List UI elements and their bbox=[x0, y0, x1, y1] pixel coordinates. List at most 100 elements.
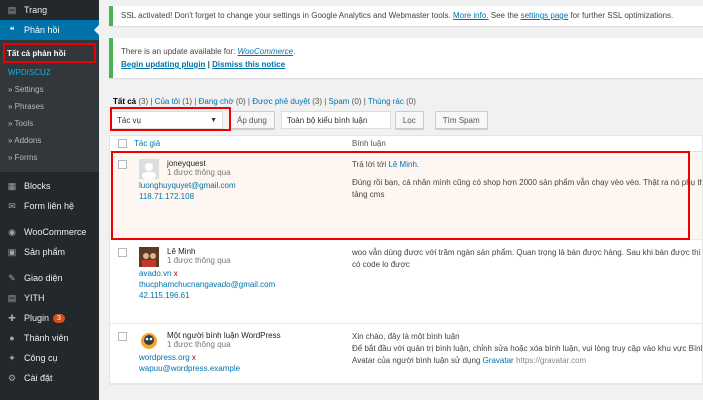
row-checkbox[interactable] bbox=[117, 332, 127, 341]
sidebar-item-products[interactable]: ▣ Sản phẩm bbox=[0, 242, 99, 262]
begin-updating-link[interactable]: Begin updating plugin bbox=[121, 60, 205, 69]
submenu-all-comments[interactable]: Tất cả phản hồi bbox=[3, 43, 96, 63]
comment-type-select[interactable]: Toàn bộ kiểu bình luận bbox=[280, 111, 391, 129]
sidebar-item-label: Thành viên bbox=[24, 333, 69, 343]
filter-pending[interactable]: Đang chờ bbox=[199, 97, 234, 106]
submenu-label: » Settings bbox=[8, 85, 44, 94]
comment-text: woo vẫn dùng được với trăm ngàn sản phẩm… bbox=[352, 248, 702, 257]
main-content: SSL activated! Don't forget to change yo… bbox=[99, 0, 703, 400]
submenu-label: Tất cả phản hồi bbox=[7, 48, 66, 58]
sidebar-item-label: Plugin bbox=[24, 313, 50, 323]
sidebar-item-label: Cài đặt bbox=[24, 373, 53, 383]
comment-text: Xin chào, đây là một bình luận bbox=[352, 332, 460, 341]
settings-page-link[interactable]: settings page bbox=[521, 11, 569, 20]
author-ip-link[interactable]: 42.115.196.61 bbox=[139, 290, 352, 301]
filter-approved[interactable]: Được phê duyệt bbox=[252, 97, 310, 106]
sidebar-item-label: Công cụ bbox=[24, 353, 58, 363]
search-spam-button[interactable]: Tìm Spam bbox=[434, 111, 488, 129]
mail-icon: ✉ bbox=[8, 200, 16, 211]
count: (3) bbox=[312, 97, 322, 106]
sidebar-item-contact-form[interactable]: ✉ Form liên hệ bbox=[0, 196, 99, 216]
submenu-tools[interactable]: » Tools bbox=[0, 115, 99, 132]
filter-all[interactable]: Tất cả bbox=[113, 97, 136, 106]
filter-spam[interactable]: Spam bbox=[329, 97, 350, 106]
woocommerce-link[interactable]: WooCommerce bbox=[238, 47, 294, 56]
submenu-label: » Addons bbox=[8, 136, 42, 145]
approved-count: 1 được thông qua bbox=[167, 340, 231, 349]
separator: | bbox=[194, 97, 197, 106]
sidebar-item-users[interactable]: ● Thành viên bbox=[0, 328, 99, 348]
sidebar-item-appearance[interactable]: ✎ Giao diện bbox=[0, 268, 99, 288]
count: (0) bbox=[235, 97, 246, 106]
filter-mine[interactable]: Của tôi bbox=[155, 97, 180, 106]
comments-submenu: Tất cả phản hồi WPDISCUZ » Settings » Ph… bbox=[0, 40, 99, 172]
author-email-link[interactable]: wapuu@wordpress.example bbox=[139, 363, 352, 374]
sidebar-item-label: Sản phẩm bbox=[24, 247, 66, 257]
comment-author: Một người bình luận WordPress 1 được thô… bbox=[134, 324, 352, 383]
avatar bbox=[139, 247, 159, 267]
dismiss-notice-link[interactable]: Dismiss this notice bbox=[212, 60, 285, 69]
sidebar-item-blocks[interactable]: ▦ Blocks bbox=[0, 176, 99, 196]
sidebar-item-yith[interactable]: ▤ YITH bbox=[0, 288, 99, 308]
update-count-badge: 3 bbox=[53, 313, 65, 323]
sidebar-item-comments[interactable]: ❝ Phản hồi bbox=[0, 20, 99, 40]
notice-text: SSL activated! Don't forget to change yo… bbox=[121, 11, 451, 20]
tools-icon: ✦ bbox=[8, 352, 16, 363]
author-email-link[interactable]: thucphamchucnangavado@gmail.com bbox=[139, 279, 352, 290]
gravatar-link[interactable]: Gravatar bbox=[483, 356, 514, 365]
yith-icon: ▤ bbox=[7, 292, 17, 303]
sidebar-item-tools[interactable]: ✦ Công cụ bbox=[0, 348, 99, 368]
submenu-phrases[interactable]: » Phrases bbox=[0, 98, 99, 115]
more-info-link[interactable]: More info. bbox=[453, 11, 489, 20]
submenu-settings[interactable]: » Settings bbox=[0, 81, 99, 98]
table-row: Lê Minh 1 được thông qua avado.vn x thuc… bbox=[110, 240, 702, 324]
approved-count: 1 được thông qua bbox=[167, 256, 231, 265]
comment-text: có code lo được bbox=[352, 260, 410, 269]
plugin-icon: ✚ bbox=[8, 312, 16, 323]
users-icon: ● bbox=[9, 333, 15, 343]
comment-text: Để bắt đầu với quản trị bình luận, chỉnh… bbox=[352, 344, 702, 353]
select-all-checkbox[interactable] bbox=[117, 139, 127, 148]
sidebar-item-label: Blocks bbox=[24, 181, 51, 191]
sidebar-item-label: Giao diện bbox=[24, 273, 63, 283]
ssl-notice: SSL activated! Don't forget to change yo… bbox=[109, 6, 703, 26]
filter-trash[interactable]: Thùng rác bbox=[368, 97, 404, 106]
apply-button[interactable]: Áp dụng bbox=[229, 111, 275, 129]
comment-text: Avatar của người bình luận sử dụng bbox=[352, 356, 481, 365]
sidebar-item-pages[interactable]: ▤ Trang bbox=[0, 0, 99, 20]
separator: | bbox=[363, 97, 366, 106]
sidebar-item-woocommerce[interactable]: ◉ WooCommerce bbox=[0, 222, 99, 242]
products-icon: ▣ bbox=[7, 246, 17, 257]
sidebar-item-settings[interactable]: ⚙ Cài đặt bbox=[0, 368, 99, 388]
count: (0) bbox=[406, 97, 416, 106]
submenu-wpdiscuz[interactable]: WPDISCUZ bbox=[0, 64, 99, 81]
author-url-link[interactable]: wordpress.org x bbox=[139, 352, 352, 363]
submenu-addons[interactable]: » Addons bbox=[0, 132, 99, 149]
notice-text: There is an update available for: bbox=[121, 47, 236, 56]
submenu-forms[interactable]: » Forms bbox=[0, 149, 99, 166]
highlight-box bbox=[111, 151, 690, 240]
author-url-link[interactable]: avado.vn x bbox=[139, 268, 352, 279]
column-author[interactable]: Tác giả bbox=[134, 139, 352, 148]
sidebar-item-plugins[interactable]: ✚ Plugin 3 bbox=[0, 308, 99, 328]
select-value: Toàn bộ kiểu bình luận bbox=[286, 115, 368, 125]
avatar bbox=[139, 331, 159, 351]
count: (3) bbox=[138, 97, 149, 106]
author-name: Một người bình luận WordPress bbox=[167, 331, 281, 340]
separator: | bbox=[324, 97, 327, 106]
row-checkbox[interactable] bbox=[117, 248, 127, 257]
filter-button[interactable]: Lọc bbox=[394, 111, 424, 129]
appearance-icon: ✎ bbox=[8, 272, 16, 283]
separator: | bbox=[247, 97, 250, 106]
sidebar-item-label: WooCommerce bbox=[24, 227, 87, 237]
sidebar-item-label: Form liên hệ bbox=[24, 201, 75, 211]
author-name: Lê Minh bbox=[167, 247, 196, 256]
sidebar-item-label: Trang bbox=[24, 5, 48, 15]
comments-icon: ❝ bbox=[9, 24, 15, 35]
submenu-label: » Forms bbox=[8, 153, 38, 162]
blocks-icon: ▦ bbox=[7, 180, 17, 191]
notice-text: for further SSL optimizations. bbox=[570, 11, 674, 20]
comment-status-filters: Tất cả (3) | Của tôi (1) | Đang chờ (0) … bbox=[113, 97, 416, 106]
comment-author: Lê Minh 1 được thông qua avado.vn x thuc… bbox=[134, 240, 352, 323]
admin-sidebar: ▤ Trang ❝ Phản hồi Tất cả phản hồi WPDIS… bbox=[0, 0, 99, 400]
